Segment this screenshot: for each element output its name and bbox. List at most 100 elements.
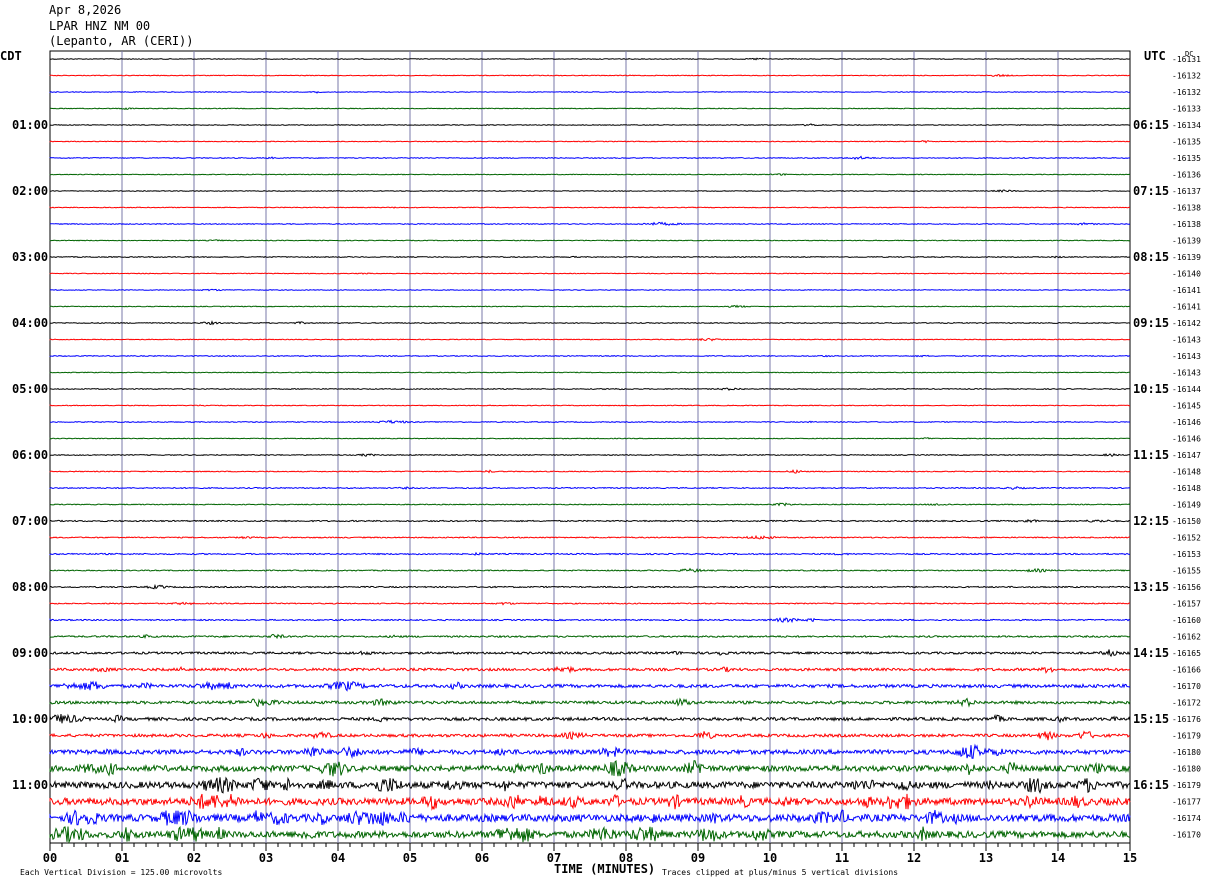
dc-offset-label: -16146 [1172,418,1201,427]
seismic-trace-17 [49,320,1131,326]
dc-offset-label: -16170 [1172,682,1201,691]
x-tick-label: 13 [979,851,993,865]
seismic-trace-11 [49,221,1131,226]
seismic-trace-25 [49,453,1131,457]
x-tick-label: 04 [331,851,345,865]
seismic-trace-4 [49,107,1131,111]
dc-offset-label: -16143 [1172,336,1201,345]
left-timezone-label: CDT [0,49,22,63]
left-hour-label: 01:00 [12,118,48,132]
dc-offset-label: -16174 [1172,814,1201,823]
dc-offset-label: -16172 [1172,699,1201,708]
x-tick-label: 14 [1051,851,1065,865]
seismic-trace-5 [49,123,1131,127]
x-tick-label: 09 [691,851,705,865]
seismic-trace-12 [49,239,1131,242]
seismic-trace-33 [49,583,1131,590]
seismic-trace-1 [49,57,1130,61]
left-hour-label: 06:00 [12,448,48,462]
dc-offset-label: -16156 [1172,583,1201,592]
dc-offset-label: -16162 [1172,633,1201,642]
seismic-trace-44 [49,759,1131,777]
left-hour-label: 08:00 [12,580,48,594]
seismic-trace-35 [49,617,1131,624]
x-tick-label: 15 [1123,851,1137,865]
seismic-trace-39 [49,680,1131,692]
right-hour-label: 16:15 [1133,778,1169,792]
seismic-trace-21 [49,387,1130,391]
dc-offset-label: -16157 [1172,600,1201,609]
plot-frame [49,50,1131,844]
left-hour-label: 03:00 [12,250,48,264]
dc-offset-label: -16135 [1172,154,1201,163]
dc-offset-label: -16142 [1172,319,1201,328]
seismic-trace-15 [49,288,1131,292]
dc-offset-label: -16180 [1172,765,1201,774]
right-hour-labels: 06:15 07:15 08:15 09:15 10:15 11:15 12:15 13:15… [1133,118,1169,792]
left-hour-label: 04:00 [12,316,48,330]
right-hour-label: 11:15 [1133,448,1169,462]
seismic-trace-27 [49,486,1131,490]
dc-offset-label: -16170 [1172,831,1201,840]
seismic-trace-6 [49,139,1131,144]
dc-offset-label: -16141 [1172,286,1201,295]
seismic-trace-45 [49,776,1131,794]
dc-offset-label: -16148 [1172,468,1201,477]
dc-offset-label: -16134 [1172,121,1201,130]
seismic-trace-16 [49,304,1131,309]
x-tick-label: 12 [907,851,921,865]
seismic-trace-47 [49,809,1131,827]
seismic-trace-43 [49,743,1131,759]
x-tick-label: 06 [475,851,489,865]
seismic-trace-46 [49,793,1131,811]
dc-offset-label: -16138 [1172,220,1201,229]
seismic-trace-20 [49,371,1130,374]
seismic-trace-28 [49,502,1131,507]
dc-offset-label: -16144 [1172,385,1201,394]
x-tick-label: 00 [43,851,57,865]
dc-offset-label: -16143 [1172,369,1201,378]
dc-offset-label: -16180 [1172,748,1201,757]
x-axis-title: TIME (MINUTES) [554,862,655,876]
seismic-trace-37 [49,649,1131,658]
dc-offset-label: -16135 [1172,138,1201,147]
dc-offset-label: -16137 [1172,187,1201,196]
seismic-trace-38 [49,665,1131,674]
dc-offset-label: -16165 [1172,649,1201,658]
left-hour-label: 09:00 [12,646,48,660]
dc-offset-label: -16147 [1172,451,1201,460]
scale-footnote: Each Vertical Division = 125.00 microvol… [20,868,222,877]
dc-offset-label: -16179 [1172,781,1201,790]
seismic-trace-26 [49,469,1131,474]
clip-footnote: Traces clipped at plus/minus 5 vertical … [662,868,898,877]
x-tick-label: 10 [763,851,777,865]
x-tick-label: 03 [259,851,273,865]
right-hour-label: 09:15 [1133,316,1169,330]
dc-offset-label: -16136 [1172,171,1201,180]
trace-group [49,57,1131,844]
dc-offset-label: -16152 [1172,534,1201,543]
seismic-trace-40 [49,697,1131,708]
dc-offset-label: -16153 [1172,550,1201,559]
seismic-trace-29 [49,518,1131,524]
seismic-trace-31 [49,551,1130,556]
left-hour-label: 11:00 [12,778,48,792]
dc-offset-label: -16150 [1172,517,1201,526]
dc-offset-label: -16179 [1172,732,1201,741]
dc-offset-label: -16141 [1172,303,1201,312]
seismic-trace-13 [49,255,1131,259]
seismic-trace-18 [49,337,1131,342]
right-hour-label: 08:15 [1133,250,1169,264]
seismic-trace-10 [49,206,1131,209]
dc-offset-label: -16146 [1172,435,1201,444]
seismic-trace-41 [49,713,1131,724]
x-tick-label: 02 [187,851,201,865]
x-tick-label: 05 [403,851,417,865]
minute-grid [121,51,1059,843]
left-hour-labels: 01:00 02:00 03:00 04:00 05:00 06:00 07:00 08:00… [12,118,48,792]
dc-offset-label: -16140 [1172,270,1201,279]
dc-offset-label: -16138 [1172,204,1201,213]
dc-offset-label: -16139 [1172,253,1201,262]
right-hour-label: 07:15 [1133,184,1169,198]
left-hour-label: 02:00 [12,184,48,198]
